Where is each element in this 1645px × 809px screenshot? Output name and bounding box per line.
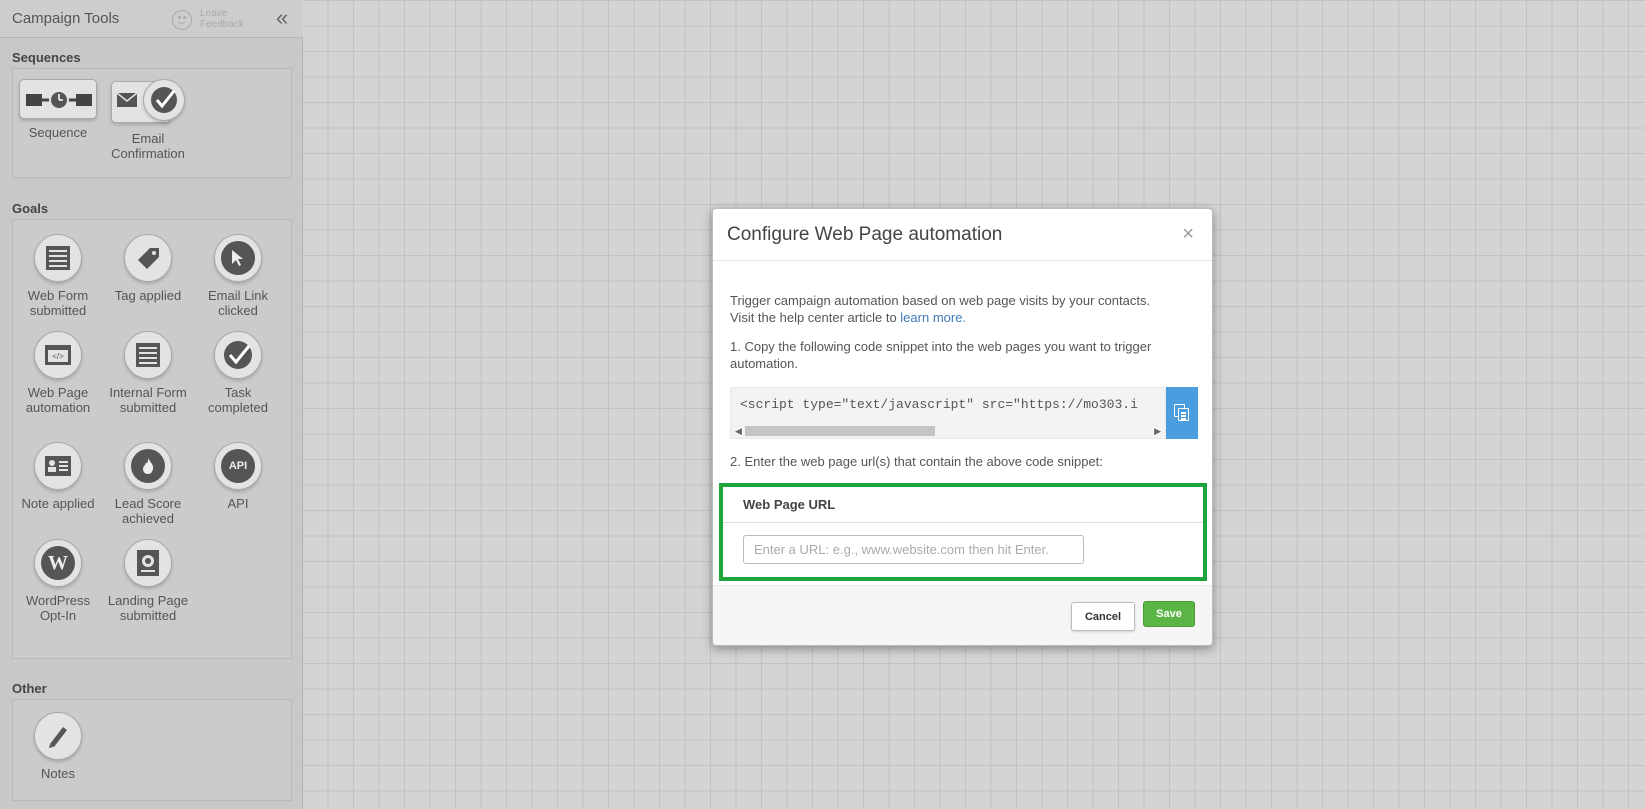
tool-label: Internal Form submitted [109,385,187,415]
tool-internal-form-submitted[interactable]: Internal Form submitted [103,331,193,415]
wordpress-icon: W [34,539,82,587]
pencil-icon [34,712,82,760]
tool-wordpress-opt-in[interactable]: W WordPress Opt-In [13,539,103,623]
tool-notes[interactable]: Notes [13,712,103,781]
web-page-url-panel: Web Page URL [719,483,1207,581]
tool-task-completed[interactable]: Task completed [193,331,283,415]
web-page-url-input[interactable] [743,535,1084,564]
section-label-other: Other [12,681,47,696]
cancel-button[interactable]: Cancel [1071,602,1135,631]
url-panel-header-label: Web Page URL [743,497,836,512]
modal-footer: Cancel Save [713,585,1212,645]
tool-label: Email Confirmation [111,131,185,161]
tool-label: WordPress Opt-In [25,593,91,623]
tool-label: Web Page automation [25,385,91,415]
landing-page-icon [124,539,172,587]
sidebar-header: Campaign Tools Leave Feedback « [0,0,303,38]
modal-description: Trigger campaign automation based on web… [730,292,1190,326]
configure-web-page-automation-modal: Configure Web Page automation × Trigger … [712,208,1213,646]
tool-note-applied[interactable]: Note applied [13,442,103,511]
code-snippet-box[interactable]: <script type="text/javascript" src="http… [730,387,1166,439]
scroll-right-arrow-icon[interactable]: ▶ [1154,426,1161,437]
web-page-code-icon: </> [34,331,82,379]
collapse-sidebar-icon[interactable]: « [276,6,288,30]
campaign-tools-sidebar: Campaign Tools Leave Feedback « Sequence… [0,0,303,809]
tool-sequence[interactable]: Sequence [13,79,103,140]
tool-lead-score-achieved[interactable]: Lead Score achieved [103,442,193,526]
api-icon: API [214,442,262,490]
code-snippet: <script type="text/javascript" src="http… [740,397,1138,412]
sequence-icon [19,79,97,119]
sidebar-title: Campaign Tools [12,10,120,27]
close-icon[interactable]: × [1182,223,1194,246]
other-box: Notes [12,699,292,801]
modal-header: Configure Web Page automation × [713,209,1212,261]
goals-box: Web Form submitted Tag applied Email Lin… [12,219,292,659]
task-check-icon [214,331,262,379]
note-card-icon [34,442,82,490]
tool-label: Web Form submitted [27,288,89,318]
learn-more-link[interactable]: learn more. [900,310,966,325]
tool-label: Sequence [28,125,88,140]
sequences-box: Sequence Email Confirmation [12,68,292,178]
description-line-2: Visit the help center article to [730,310,901,325]
tool-api[interactable]: API API [193,442,283,511]
copy-icon [1174,404,1190,422]
cursor-icon [214,234,262,282]
flame-icon [124,442,172,490]
internal-form-icon [124,331,172,379]
save-button[interactable]: Save [1143,601,1195,627]
svg-text:</>: </> [52,352,64,361]
description-line-1: Trigger campaign automation based on web… [730,293,1151,308]
tool-email-confirmation[interactable]: Email Confirmation [103,79,193,161]
leave-feedback-button[interactable]: Leave Feedback [172,8,262,32]
scrollbar-thumb[interactable] [745,426,935,436]
tool-web-page-automation[interactable]: </> Web Page automation [13,331,103,415]
tool-email-link-clicked[interactable]: Email Link clicked [193,234,283,318]
tool-tag-applied[interactable]: Tag applied [103,234,193,303]
step-1-instruction: 1. Copy the following code snippet into … [730,339,1152,371]
tool-label: Lead Score achieved [114,496,182,526]
web-form-icon [34,234,82,282]
url-panel-header: Web Page URL [723,487,1203,523]
tool-label: Tag applied [114,288,182,303]
modal-title: Configure Web Page automation [727,224,1003,245]
scroll-left-arrow-icon[interactable]: ◀ [735,426,742,437]
tool-label: API [227,496,249,511]
email-confirmation-icon [111,79,185,125]
tool-landing-page-submitted[interactable]: Landing Page submitted [103,539,193,623]
section-label-sequences: Sequences [12,50,81,65]
step-2-instruction: 2. Enter the web page url(s) that contai… [730,454,1103,469]
section-label-goals: Goals [12,201,49,216]
tool-label: Note applied [21,496,95,511]
smiley-icon [172,10,192,30]
copy-snippet-button[interactable] [1166,387,1198,439]
tool-web-form-submitted[interactable]: Web Form submitted [13,234,103,318]
tool-label: Task completed [208,385,268,415]
tool-label: Landing Page submitted [107,593,189,623]
tool-label: Email Link clicked [208,288,268,318]
leave-feedback-label: Leave Feedback [200,8,244,30]
code-horizontal-scrollbar[interactable]: ◀ ▶ [731,424,1165,438]
tool-label: Notes [41,766,75,781]
tag-icon [124,234,172,282]
